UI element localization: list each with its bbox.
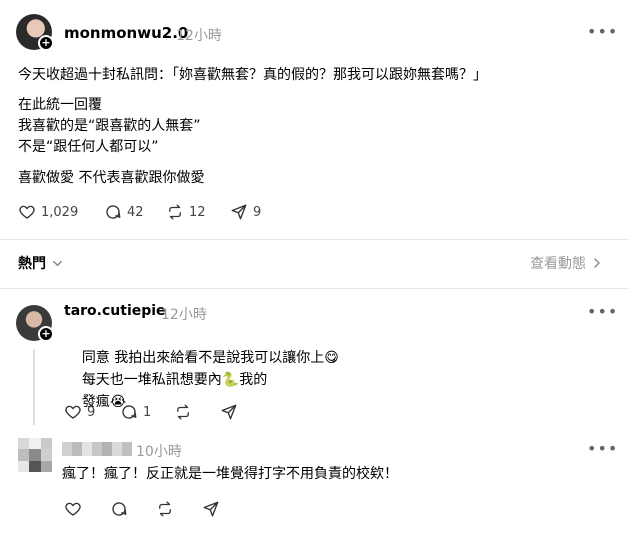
username-redacted <box>62 442 132 456</box>
view-activity-label: 查看動態 <box>530 256 586 272</box>
post-time: 12小時 <box>176 28 222 44</box>
repost-icon <box>177 404 189 420</box>
more-icon[interactable]: ••• <box>587 22 618 41</box>
chevron-down-icon <box>53 260 62 266</box>
reply-username[interactable]: taro.cutiepie <box>64 303 166 319</box>
view-activity-link[interactable]: 查看動態 <box>530 253 602 273</box>
reply-line-2b-text: 我的 <box>239 372 268 388</box>
comment-count: 1 <box>143 404 152 420</box>
post-line-2: 在此統一回覆 <box>18 97 102 113</box>
heart-icon <box>19 205 35 219</box>
like-count: 1,029 <box>41 204 79 220</box>
share-button[interactable] <box>220 403 238 421</box>
like-count: 9 <box>87 404 96 420</box>
follow-plus-icon[interactable]: + <box>38 326 54 342</box>
comment-button[interactable]: 1 <box>120 403 151 421</box>
comment-button[interactable]: 42 <box>104 203 144 221</box>
share-button[interactable] <box>202 500 220 518</box>
follow-plus-icon[interactable]: + <box>38 35 54 51</box>
comment-count: 42 <box>127 204 144 220</box>
repost-icon <box>159 501 171 517</box>
repost-count: 12 <box>189 204 206 220</box>
post-line-1: 今天收超過十封私訊問：「妳喜歡無套？真的假的？那我可以跟妳無套嗎？」 <box>18 67 487 83</box>
emoji-snake-icon: 🐍 <box>221 372 240 388</box>
reply-line-3: 發瘋😭 <box>64 369 126 435</box>
like-button[interactable]: 9 <box>64 403 95 421</box>
send-icon <box>203 501 219 517</box>
main-post: + monmonwu2.0 12小時 ••• 今天收超過十封私訊問：「妳喜歡無套… <box>0 0 629 240</box>
heart-icon <box>65 405 81 419</box>
divider <box>0 239 629 240</box>
comment-icon <box>122 405 137 419</box>
repost-button[interactable] <box>156 500 174 518</box>
emoji-drool-icon: 😋 <box>324 350 339 366</box>
more-icon[interactable]: ••• <box>587 439 618 458</box>
nested-reply-item: 10小時 ••• 瘋了！瘋了！反正就是一堆覺得打字不用負責的校欸！ <box>0 430 629 537</box>
post-username[interactable]: monmonwu2.0 <box>64 24 188 42</box>
comment-icon <box>106 205 121 219</box>
like-button[interactable]: 1,029 <box>18 203 78 221</box>
share-button[interactable]: 9 <box>230 203 261 221</box>
heart-icon <box>65 502 81 516</box>
reply-time: 12小時 <box>161 307 207 323</box>
comment-icon <box>112 502 127 516</box>
reply-time: 10小時 <box>136 444 182 460</box>
share-count: 9 <box>253 204 262 220</box>
chevron-right-icon <box>594 258 601 268</box>
more-icon[interactable]: ••• <box>587 302 618 321</box>
repost-button[interactable]: 12 <box>166 203 206 221</box>
reply-text: 瘋了！瘋了！反正就是一堆覺得打字不用負責的校欸！ <box>62 466 398 482</box>
send-icon <box>221 404 237 420</box>
like-button[interactable] <box>64 500 82 518</box>
post-line-5: 喜歡做愛 不代表喜歡跟你做愛 <box>18 170 205 186</box>
post-line-3: 我喜歡的是“跟喜歡的人無套” <box>18 118 201 134</box>
sort-label: 熱門 <box>18 256 46 272</box>
send-icon <box>231 204 247 220</box>
thread-line <box>33 349 35 425</box>
sort-dropdown[interactable]: 熱門 <box>18 253 63 273</box>
comment-button[interactable] <box>110 500 128 518</box>
post-line-4: 不是“跟任何人都可以” <box>18 139 159 155</box>
reply-item: + taro.cutiepie 12小時 ••• 同意 我拍出來給看不是說我可以… <box>0 289 629 429</box>
avatar[interactable] <box>18 438 52 472</box>
repost-icon <box>169 204 181 220</box>
repost-button[interactable] <box>174 403 192 421</box>
